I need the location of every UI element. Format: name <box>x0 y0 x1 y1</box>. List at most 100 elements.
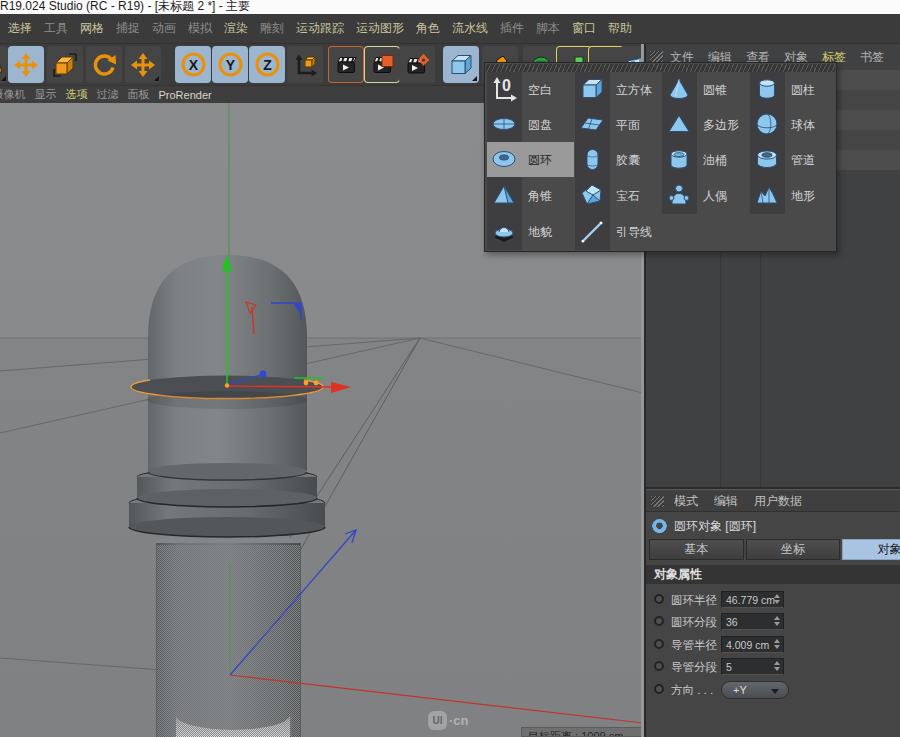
menu-mesh[interactable]: 网格 <box>74 20 110 37</box>
param-dot-icon[interactable] <box>654 639 664 649</box>
primitive-sphere[interactable]: 球体 <box>750 107 837 142</box>
render-view-button[interactable] <box>328 46 364 83</box>
primitive-figure[interactable]: 人偶 <box>662 178 749 213</box>
watermark-logo: UI <box>428 711 447 730</box>
menu-mograph[interactable]: 运动图形 <box>350 20 410 37</box>
scale-tool-button[interactable] <box>47 46 83 83</box>
scale-icon <box>52 52 78 78</box>
menu-snap[interactable]: 捕捉 <box>110 20 146 37</box>
drag-handle-icon[interactable] <box>651 496 664 507</box>
primitive-disc[interactable]: 圆盘 <box>487 107 574 142</box>
primitive-landscape[interactable]: 地形 <box>750 178 837 213</box>
torus-object-icon <box>652 519 667 534</box>
menu-window[interactable]: 窗口 <box>566 20 602 37</box>
menu-render[interactable]: 渲染 <box>218 20 254 37</box>
ring-segments-input[interactable]: 36 <box>721 613 784 630</box>
lock-z-axis-button[interactable]: Z <box>249 46 285 83</box>
primitive-tube[interactable]: 管道 <box>750 142 837 177</box>
tube-icon <box>754 146 781 173</box>
attribute-menu: 模式 编辑 用户数据 <box>646 491 900 512</box>
render-settings-icon <box>405 53 430 77</box>
plane-icon <box>579 111 606 138</box>
last-tool-button[interactable] <box>125 46 161 83</box>
main-menu-bar: 选择 工具 网格 捕捉 动画 模拟 渲染 雕刻 运动跟踪 运动图形 角色 流水线… <box>0 14 900 44</box>
coordinate-system-button[interactable] <box>287 46 323 83</box>
vp-menu-panel[interactable]: 面板 <box>123 87 154 102</box>
render-picture-viewer-button[interactable] <box>364 46 400 83</box>
coordinate-system-icon <box>293 53 317 77</box>
stepper[interactable] <box>773 639 781 651</box>
primitive-pyramid[interactable]: 角锥 <box>487 178 574 213</box>
vp-menu-camera[interactable]: 摄像机 <box>0 87 30 102</box>
drag-handle-icon[interactable] <box>650 51 663 62</box>
lock-y-axis-button[interactable]: Y <box>212 46 248 83</box>
add-primitive-button[interactable] <box>443 46 479 83</box>
vp-menu-filter[interactable]: 过滤 <box>92 87 123 102</box>
primitive-platonic[interactable]: 宝石 <box>575 178 662 213</box>
menu-animate[interactable]: 动画 <box>146 20 182 37</box>
primitive-null[interactable]: 0 空白 <box>487 72 574 107</box>
svg-text:Z: Z <box>263 57 272 73</box>
stepper[interactable] <box>773 616 781 628</box>
rotate-icon <box>91 52 117 78</box>
status-tooltip: 目标距离 : 1009 cm <box>521 727 643 737</box>
menu-plugins[interactable]: 插件 <box>494 20 530 37</box>
param-dot-icon[interactable] <box>654 616 664 626</box>
null-icon: 0 <box>491 76 518 103</box>
primitive-cone[interactable]: 圆锥 <box>662 72 749 107</box>
primitive-polygon[interactable]: 多边形 <box>662 107 749 142</box>
vp-menu-display[interactable]: 显示 <box>30 87 61 102</box>
window-title-bar: R19.024 Studio (RC - R19) - [未标题 2 *] - … <box>0 0 900 14</box>
menu-tools[interactable]: 工具 <box>38 20 74 37</box>
menu-motion-tracker[interactable]: 运动跟踪 <box>290 20 350 37</box>
menu-script[interactable]: 脚本 <box>530 20 566 37</box>
ring-radius-input[interactable]: 46.779 cm <box>721 591 784 608</box>
menu-select[interactable]: 选择 <box>2 20 38 37</box>
param-dot-icon[interactable] <box>654 684 664 694</box>
oil-tank-icon <box>666 146 693 173</box>
primitive-relief[interactable]: 地貌 <box>487 214 574 249</box>
selection-cursor-button[interactable] <box>0 46 8 83</box>
menu-pipeline[interactable]: 流水线 <box>446 20 494 37</box>
tab-coordinates[interactable]: 坐标 <box>746 539 840 560</box>
attr-menu-userdata[interactable]: 用户数据 <box>754 493 802 510</box>
rotate-tool-button[interactable] <box>86 46 122 83</box>
menu-character[interactable]: 角色 <box>410 20 446 37</box>
vp-menu-prorender[interactable]: ProRender <box>154 89 216 101</box>
x-axis-icon: X <box>180 51 207 78</box>
primitive-torus[interactable]: 圆环 <box>487 142 574 177</box>
attr-section-header: 对象属性 <box>646 565 900 584</box>
menu-help[interactable]: 帮助 <box>602 20 638 37</box>
landscape-icon <box>754 182 781 209</box>
param-dot-icon[interactable] <box>654 661 664 671</box>
pipe-radius-input[interactable]: 4.009 cm <box>721 636 784 653</box>
param-dot-icon[interactable] <box>654 594 664 604</box>
attr-menu-edit[interactable]: 编辑 <box>714 493 738 510</box>
svg-text:Y: Y <box>225 57 235 73</box>
primitive-oiltank[interactable]: 油桶 <box>662 142 749 177</box>
move-tool-button[interactable] <box>8 46 44 83</box>
primitive-cylinder[interactable]: 圆柱 <box>750 72 837 107</box>
stepper[interactable] <box>773 661 781 673</box>
attr-row-ring-radius: 圆环半径 46.779 cm <box>646 591 900 611</box>
primitive-capsule[interactable]: 胶囊 <box>575 142 662 177</box>
attr-menu-mode[interactable]: 模式 <box>674 493 698 510</box>
primitive-plane[interactable]: 平面 <box>575 107 662 142</box>
menu-simulate[interactable]: 模拟 <box>182 20 218 37</box>
popup-drag-handle[interactable] <box>486 64 835 72</box>
orientation-dropdown[interactable]: +Y <box>721 681 789 699</box>
attr-object-row: 圆环对象 [圆环] <box>646 514 900 538</box>
lock-x-axis-button[interactable]: X <box>175 46 211 83</box>
primitive-cube[interactable]: 立方体 <box>575 72 662 107</box>
primitives-popup: 0 空白 圆盘 圆环 角锥 <box>484 62 837 252</box>
cone-icon <box>666 76 693 103</box>
stepper[interactable] <box>773 594 781 606</box>
tab-object[interactable]: 对象 <box>842 539 900 560</box>
vp-menu-options[interactable]: 选项 <box>61 87 92 102</box>
pipe-segments-input[interactable]: 5 <box>721 658 784 675</box>
tab-basic[interactable]: 基本 <box>649 539 744 560</box>
om-menu-bookmarks[interactable]: 书签 <box>860 49 884 66</box>
menu-sculpt[interactable]: 雕刻 <box>254 20 290 37</box>
render-settings-button[interactable] <box>399 46 435 83</box>
primitive-guide[interactable]: 引导线 <box>575 214 662 249</box>
